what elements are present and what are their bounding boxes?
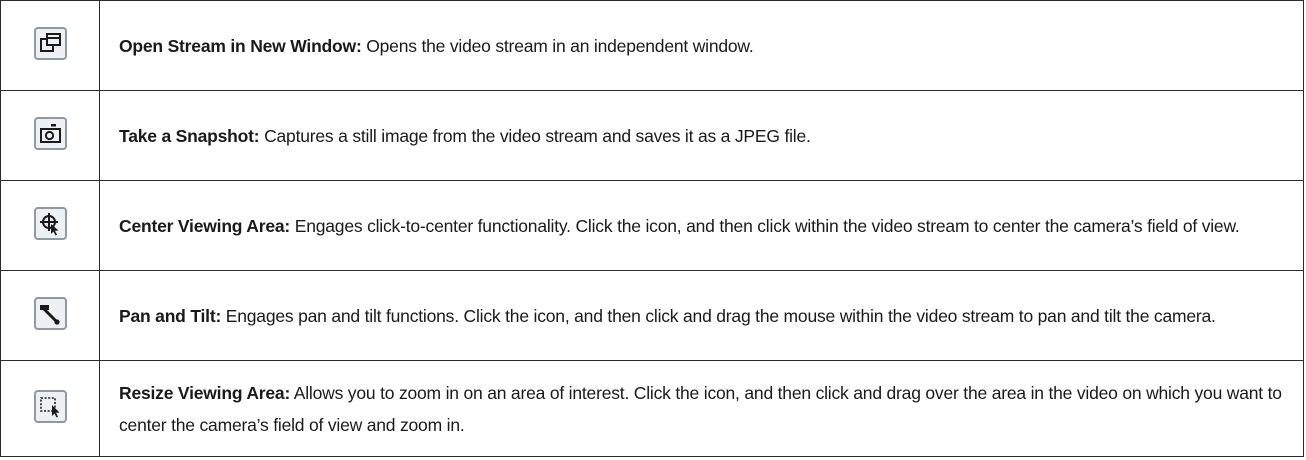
table-row: Take a Snapshot: Captures a still image … <box>0 90 1304 181</box>
term-label: Pan and Tilt: <box>119 305 222 326</box>
description-cell: Center Viewing Area: Engages click-to-ce… <box>99 180 1304 271</box>
description-cell: Resize Viewing Area: Allows you to zoom … <box>99 360 1304 457</box>
icon-cell <box>0 0 100 91</box>
crosshair-cursor-icon <box>33 206 67 240</box>
description-cell: Take a Snapshot: Captures a still image … <box>99 90 1304 181</box>
selection-cursor-icon <box>33 389 67 423</box>
table-row: Center Viewing Area: Engages click-to-ce… <box>0 180 1304 271</box>
icon-cell <box>0 180 100 271</box>
term-description: Opens the video stream in an independent… <box>361 35 754 56</box>
icon-reference-table: Open Stream in New Window: Opens the vid… <box>0 0 1304 457</box>
icon-cell <box>0 360 100 457</box>
term-description: Engages click-to-center functionality. C… <box>290 215 1240 236</box>
description-cell: Open Stream in New Window: Opens the vid… <box>99 0 1304 91</box>
camera-snapshot-icon <box>33 116 67 150</box>
table-row: Pan and Tilt: Engages pan and tilt funct… <box>0 270 1304 361</box>
pan-tilt-icon <box>33 296 67 330</box>
term-label: Resize Viewing Area: <box>119 382 291 403</box>
icon-cell <box>0 270 100 361</box>
term-label: Take a Snapshot: <box>119 125 260 146</box>
table-row: Resize Viewing Area: Allows you to zoom … <box>0 360 1304 457</box>
term-label: Open Stream in New Window: <box>119 35 362 56</box>
icon-cell <box>0 90 100 181</box>
term-description: Captures a still image from the video st… <box>259 125 811 146</box>
open-new-window-icon <box>33 26 67 60</box>
table-row: Open Stream in New Window: Opens the vid… <box>0 0 1304 91</box>
term-description: Allows you to zoom in on an area of inte… <box>119 382 1282 435</box>
term-description: Engages pan and tilt functions. Click th… <box>221 305 1216 326</box>
description-cell: Pan and Tilt: Engages pan and tilt funct… <box>99 270 1304 361</box>
term-label: Center Viewing Area: <box>119 215 291 236</box>
